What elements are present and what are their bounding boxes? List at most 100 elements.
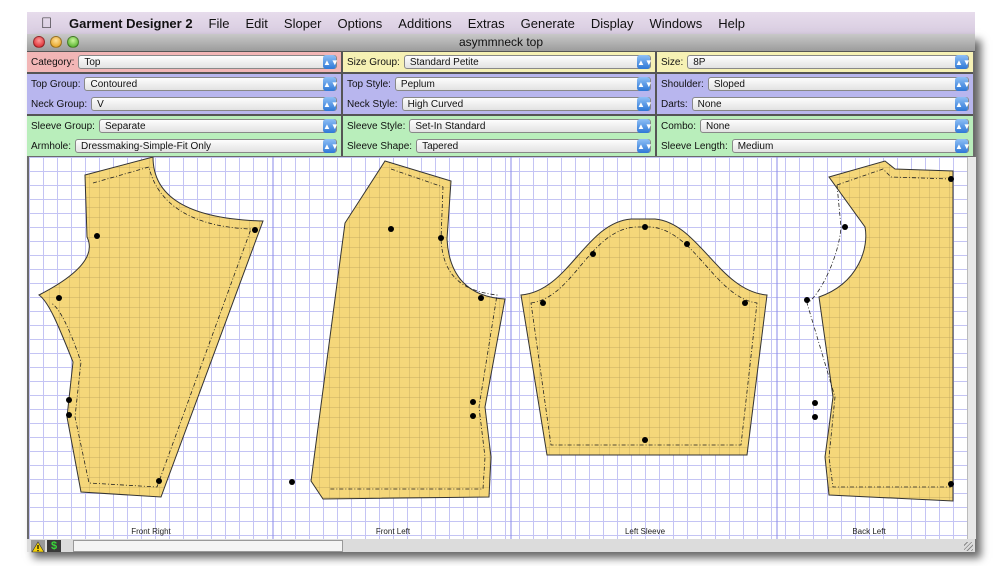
- sleeve-length-cell: Sleeve Length: Medium ▲▼: [657, 136, 973, 156]
- menu-options[interactable]: Options: [329, 16, 390, 31]
- style-section: Top Group: Contoured ▲▼ Top Style: Peplum…: [27, 74, 973, 116]
- neck-style-select[interactable]: High Curved ▲▼: [401, 97, 653, 111]
- menu-display[interactable]: Display: [583, 16, 642, 31]
- chevron-updown-icon: ▲▼: [323, 77, 339, 91]
- sleeve-group-label: Sleeve Group:: [31, 120, 95, 132]
- size-group-value: Standard Petite: [409, 56, 479, 68]
- neck-group-value: V: [97, 98, 104, 110]
- sleeve-shape-select[interactable]: Tapered ▲▼: [416, 139, 653, 153]
- category-label: Category:: [31, 56, 75, 68]
- menu-file[interactable]: File: [201, 16, 238, 31]
- sleeve-group-select[interactable]: Separate ▲▼: [98, 119, 339, 133]
- shoulder-label: Shoulder:: [661, 78, 704, 90]
- sleeve-style-label: Sleeve Style:: [347, 120, 406, 132]
- darts-select[interactable]: None ▲▼: [691, 97, 971, 111]
- menu-help[interactable]: Help: [710, 16, 753, 31]
- size-group-label: Size Group:: [347, 56, 400, 68]
- combo-cell: Combo: None ▲▼: [657, 116, 973, 136]
- chevron-updown-icon: ▲▼: [323, 119, 339, 133]
- sleeve-length-select[interactable]: Medium ▲▼: [731, 139, 971, 153]
- status-bar: $: [27, 539, 975, 553]
- pattern-canvas[interactable]: Front Right Front Left Left Sleeve Back …: [29, 157, 967, 539]
- piece-back-left[interactable]: [804, 160, 954, 502]
- neck-group-label: Neck Group:: [31, 98, 88, 110]
- neck-style-cell: Neck Style: High Curved ▲▼: [343, 94, 657, 114]
- menu-generate[interactable]: Generate: [513, 16, 583, 31]
- size-value: 8P: [693, 56, 706, 68]
- menu-additions[interactable]: Additions: [390, 16, 459, 31]
- piece-label-front-right: Front Right: [131, 527, 171, 536]
- resize-handle[interactable]: [964, 542, 973, 551]
- chevron-updown-icon: ▲▼: [955, 119, 971, 133]
- chevron-updown-icon: ▲▼: [955, 139, 971, 153]
- category-select[interactable]: Top ▲▼: [78, 55, 339, 69]
- top-group-select[interactable]: Contoured ▲▼: [84, 77, 339, 91]
- menu-sloper[interactable]: Sloper: [276, 16, 330, 31]
- darts-cell: Darts: None ▲▼: [657, 94, 973, 114]
- piece-front-right[interactable]: [38, 157, 264, 498]
- top-style-value: Peplum: [400, 78, 435, 90]
- neck-group-cell: Neck Group: V ▲▼: [27, 94, 343, 114]
- shoulder-select[interactable]: Sloped ▲▼: [707, 77, 971, 91]
- sleeve-length-value: Medium: [737, 140, 774, 152]
- shoulder-cell: Shoulder: Sloped ▲▼: [657, 74, 973, 94]
- status-field[interactable]: [73, 540, 343, 552]
- neck-group-select[interactable]: V ▲▼: [91, 97, 339, 111]
- warning-icon[interactable]: [31, 540, 45, 553]
- sleeve-style-cell: Sleeve Style: Set-In Standard ▲▼: [343, 116, 657, 136]
- menu-windows[interactable]: Windows: [641, 16, 710, 31]
- sleeve-style-value: Set-In Standard: [415, 120, 486, 132]
- chevron-updown-icon: ▲▼: [637, 119, 653, 133]
- combo-value: None: [706, 120, 730, 132]
- dollar-icon[interactable]: $: [47, 540, 61, 552]
- chevron-updown-icon: ▲▼: [637, 97, 653, 111]
- armhole-select[interactable]: Dressmaking-Simple-Fit Only ▲▼: [75, 139, 339, 153]
- sleeve-shape-cell: Sleeve Shape: Tapered ▲▼: [343, 136, 657, 156]
- chevron-updown-icon: ▲▼: [637, 139, 653, 153]
- piece-label-front-left: Front Left: [375, 527, 411, 536]
- size-select[interactable]: 8P ▲▼: [687, 55, 971, 69]
- top-group-cell: Top Group: Contoured ▲▼: [27, 74, 343, 94]
- sleeve-group-cell: Sleeve Group: Separate ▲▼: [27, 116, 343, 136]
- title-bar[interactable]: asymmneck top: [27, 34, 975, 52]
- category-value: Top: [84, 56, 101, 68]
- chevron-updown-icon: ▲▼: [323, 97, 339, 111]
- menu-extras[interactable]: Extras: [460, 16, 513, 31]
- chevron-updown-icon: ▲▼: [955, 55, 971, 69]
- sleeve-shape-value: Tapered: [422, 140, 459, 152]
- darts-value: None: [697, 98, 722, 110]
- darts-label: Darts:: [661, 98, 688, 110]
- top-style-select[interactable]: Peplum ▲▼: [394, 77, 653, 91]
- size-label: Size:: [661, 56, 684, 68]
- armhole-value: Dressmaking-Simple-Fit Only: [81, 140, 212, 152]
- neck-style-label: Neck Style:: [347, 98, 398, 110]
- shoulder-value: Sloped: [713, 78, 745, 90]
- neck-style-value: High Curved: [407, 98, 464, 110]
- size-cell: Size: 8P ▲▼: [657, 52, 973, 72]
- combo-select[interactable]: None ▲▼: [700, 119, 971, 133]
- sleeve-section: Sleeve Group: Separate ▲▼ Sleeve Style: S…: [27, 116, 973, 156]
- sleeve-style-select[interactable]: Set-In Standard ▲▼: [409, 119, 653, 133]
- top-group-value: Contoured: [90, 78, 138, 90]
- size-group-select[interactable]: Standard Petite ▲▼: [403, 55, 653, 69]
- menu-bar:  Garment Designer 2 File Edit Sloper Op…: [27, 12, 975, 34]
- chevron-updown-icon: ▲▼: [323, 55, 339, 69]
- sleeve-length-label: Sleeve Length:: [661, 140, 728, 152]
- armhole-label: Armhole:: [31, 140, 72, 152]
- chevron-updown-icon: ▲▼: [955, 77, 971, 91]
- combo-label: Combo:: [661, 120, 697, 132]
- apple-icon[interactable]: : [41, 15, 63, 32]
- piece-label-back-left: Back Left: [852, 527, 886, 536]
- sleeve-shape-label: Sleeve Shape:: [347, 140, 413, 152]
- vertical-scrollbar[interactable]: [967, 157, 976, 539]
- piece-left-sleeve[interactable]: [520, 218, 768, 456]
- top-style-label: Top Style:: [347, 78, 391, 90]
- top-group-label: Top Group:: [31, 78, 81, 90]
- menu-app-name[interactable]: Garment Designer 2: [63, 16, 201, 31]
- size-group-cell: Size Group: Standard Petite ▲▼: [343, 52, 657, 72]
- piece-label-left-sleeve: Left Sleeve: [624, 527, 666, 536]
- armhole-cell: Armhole: Dressmaking-Simple-Fit Only ▲▼: [27, 136, 343, 156]
- chevron-updown-icon: ▲▼: [323, 139, 339, 153]
- piece-front-left[interactable]: [289, 160, 506, 500]
- menu-edit[interactable]: Edit: [238, 16, 276, 31]
